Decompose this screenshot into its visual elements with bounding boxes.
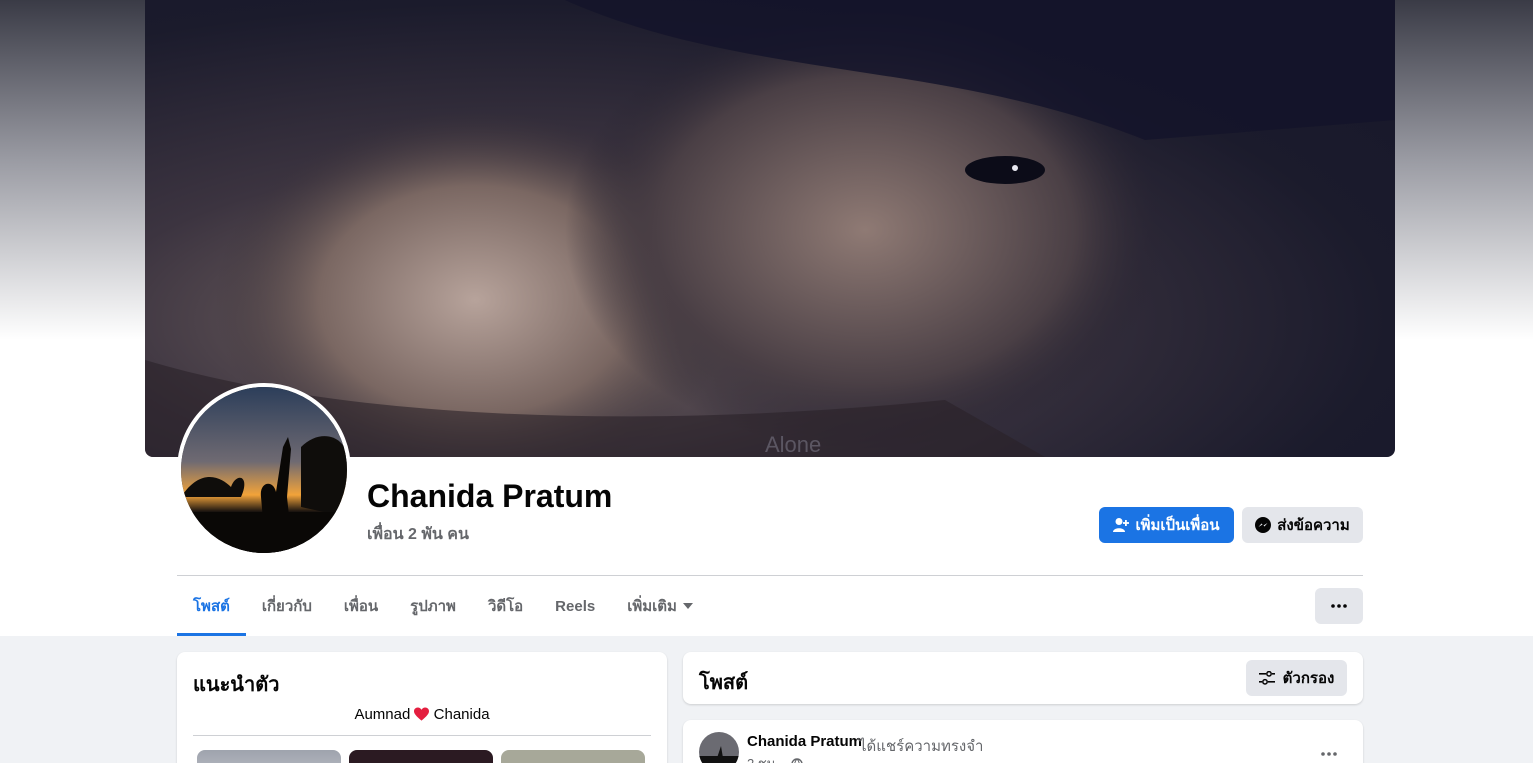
featured-photo[interactable] [501, 750, 645, 763]
intro-divider [193, 735, 651, 736]
avatar-image [181, 387, 347, 553]
add-friend-label: เพิ่มเป็นเพื่อน [1135, 517, 1220, 534]
filter-label: ตัวกรอง [1282, 670, 1335, 687]
tab-label: Reels [555, 597, 596, 615]
post-action-text: ได้แชร์ความทรงจำ [859, 738, 984, 755]
profile-avatar[interactable] [177, 383, 351, 557]
tab-about[interactable]: เกี่ยวกับ [246, 576, 328, 636]
tab-videos[interactable]: วิดีโอ [472, 576, 539, 636]
post-author-avatar[interactable] [699, 732, 739, 763]
post-time-text: 2 ชม. [747, 753, 779, 763]
profile-more-button[interactable] [1315, 588, 1363, 624]
avatar-image [699, 732, 739, 763]
cover-image: Alone [145, 0, 1395, 457]
message-label: ส่งข้อความ [1277, 517, 1350, 534]
intro-card: แนะนำตัว Aumnad Chanida [177, 652, 667, 763]
intro-title: แนะนำตัว [193, 674, 280, 696]
filter-icon [1258, 671, 1275, 685]
cover-watermark: Alone [765, 432, 821, 457]
bio-right: Chanida [433, 706, 490, 723]
friends-count[interactable]: เพื่อน 2 พัน คน [367, 522, 469, 547]
tab-label: เพิ่มเติม [627, 598, 677, 615]
tab-label: เพื่อน [343, 598, 379, 615]
filter-button[interactable]: ตัวกรอง [1246, 660, 1347, 696]
post-author-name[interactable]: Chanida Pratum [747, 733, 862, 750]
tab-more[interactable]: เพิ่มเติม [611, 576, 709, 636]
more-dots-icon [1331, 604, 1347, 608]
post-timestamp[interactable]: 2 ชม. · [747, 753, 803, 763]
add-friend-button[interactable]: เพิ่มเป็นเพื่อน [1099, 507, 1234, 543]
posts-header-card: โพสต์ ตัวกรอง [683, 652, 1363, 704]
posts-title: โพสต์ [699, 672, 749, 694]
featured-photo[interactable] [349, 750, 493, 763]
profile-tabs: โพสต์ เกี่ยวกับ เพื่อน รูปภาพ วิดีโอ Ree… [177, 576, 709, 636]
tab-label: รูปภาพ [410, 598, 456, 615]
tab-photos[interactable]: รูปภาพ [394, 576, 472, 636]
bio-left: Aumnad [354, 706, 411, 723]
add-friend-icon [1113, 518, 1130, 532]
intro-bio: Aumnad Chanida [177, 706, 667, 723]
tab-label: วิดีโอ [487, 598, 524, 615]
post-card: Chanida Pratum ได้แชร์ความทรงจำ 2 ชม. · [683, 720, 1363, 763]
message-button[interactable]: ส่งข้อความ [1242, 507, 1363, 543]
tab-reels[interactable]: Reels [539, 576, 611, 636]
featured-photo[interactable] [197, 750, 341, 763]
cover-photo[interactable]: Alone [145, 0, 1395, 457]
globe-icon [791, 757, 803, 763]
more-dots-icon [1321, 752, 1337, 756]
profile-name: Chanida Pratum [367, 478, 613, 514]
heart-icon [414, 707, 430, 721]
tab-label: เกี่ยวกับ [261, 598, 312, 615]
tab-label: โพสต์ [193, 598, 230, 615]
messenger-icon [1255, 517, 1272, 533]
tab-posts[interactable]: โพสต์ [177, 576, 246, 636]
post-more-button[interactable] [1311, 736, 1347, 763]
tab-friends[interactable]: เพื่อน [328, 576, 394, 636]
dropdown-caret-icon [682, 603, 693, 609]
separator-dot: · [783, 756, 787, 763]
